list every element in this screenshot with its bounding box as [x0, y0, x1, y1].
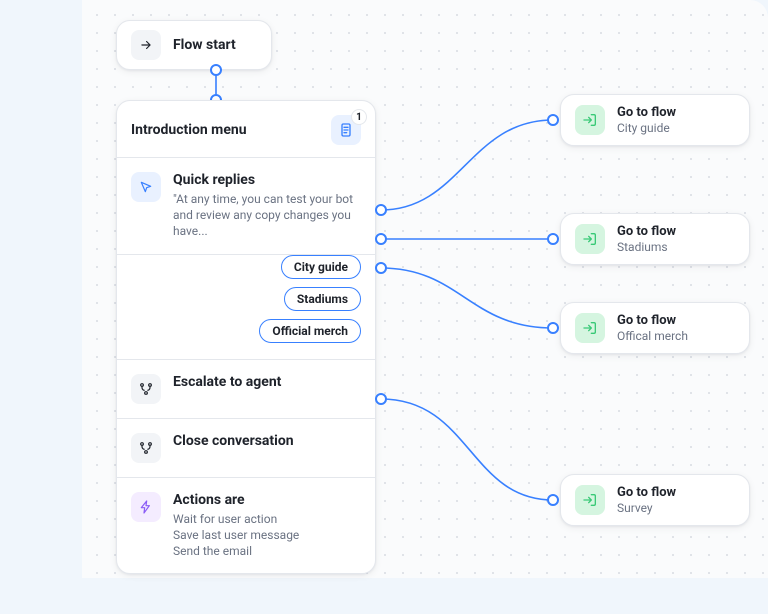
goto-survey-node[interactable]: Go to flow Survey: [560, 474, 750, 526]
enter-icon: [575, 105, 605, 135]
enter-icon: [575, 485, 605, 515]
chip-official-merch[interactable]: Official merch: [259, 319, 361, 343]
escalate-label: Escalate to agent: [173, 374, 281, 390]
goto-city-guide-sub: City guide: [617, 121, 676, 135]
route-icon: [131, 374, 161, 404]
enter-icon: [575, 224, 605, 254]
port-chip-city-guide[interactable]: [375, 204, 387, 216]
goto-stadiums-sub: Stadiums: [617, 240, 676, 254]
port-chip-stadiums[interactable]: [375, 233, 387, 245]
quick-replies-subtitle: "At any time, you can test your bot and …: [173, 191, 361, 240]
flow-canvas[interactable]: Flow start Introduction menu 1 Quick rep…: [0, 0, 768, 614]
port-chip-official-merch[interactable]: [375, 262, 387, 274]
actions-block[interactable]: Actions are Wait for user action Save la…: [117, 478, 375, 574]
goto-city-guide-node[interactable]: Go to flow City guide: [560, 94, 750, 146]
quick-replies-block[interactable]: Quick replies "At any time, you can test…: [117, 158, 375, 255]
intro-header: Introduction menu 1: [117, 101, 375, 158]
port-close-conversation-out[interactable]: [375, 393, 387, 405]
goto-survey-sub: Survey: [617, 501, 676, 515]
goto-official-merch-node[interactable]: Go to flow Offical merch: [560, 302, 750, 354]
intro-menu-node[interactable]: Introduction menu 1 Quick replies "At an…: [116, 100, 376, 574]
goto-label: Go to flow: [617, 313, 688, 328]
intro-title: Introduction menu: [131, 122, 247, 138]
goto-official-merch-sub: Offical merch: [617, 329, 688, 343]
lightning-icon: [131, 492, 161, 522]
chip-city-guide[interactable]: City guide: [281, 255, 361, 279]
actions-title: Actions are: [173, 492, 299, 508]
goto-stadiums-node[interactable]: Go to flow Stadiums: [560, 213, 750, 265]
port-goto-survey-in[interactable]: [547, 494, 559, 506]
port-flowstart-out[interactable]: [210, 64, 222, 76]
route-icon: [131, 433, 161, 463]
cursor-icon: [131, 172, 161, 202]
quick-replies-title: Quick replies: [173, 172, 361, 188]
actions-line-2: Save last user message: [173, 527, 299, 543]
goto-label: Go to flow: [617, 485, 676, 500]
flow-start-node[interactable]: Flow start: [116, 20, 272, 70]
arrow-right-icon: [131, 30, 161, 60]
goto-label: Go to flow: [617, 105, 676, 120]
close-conversation-block[interactable]: Close conversation: [117, 419, 375, 478]
close-conversation-label: Close conversation: [173, 433, 294, 449]
document-icon[interactable]: 1: [331, 115, 361, 145]
doc-badge-count: 1: [351, 109, 367, 125]
actions-line-3: Send the email: [173, 543, 299, 559]
goto-label: Go to flow: [617, 224, 676, 239]
chip-stadiums[interactable]: Stadiums: [284, 287, 361, 311]
enter-icon: [575, 313, 605, 343]
port-goto-official-merch-in[interactable]: [547, 322, 559, 334]
port-goto-city-guide-in[interactable]: [547, 114, 559, 126]
quick-reply-chips: City guide Stadiums Official merch: [117, 255, 375, 359]
flow-start-label: Flow start: [173, 37, 236, 53]
port-goto-stadiums-in[interactable]: [547, 233, 559, 245]
actions-line-1: Wait for user action: [173, 511, 299, 527]
escalate-block[interactable]: Escalate to agent: [117, 359, 375, 419]
